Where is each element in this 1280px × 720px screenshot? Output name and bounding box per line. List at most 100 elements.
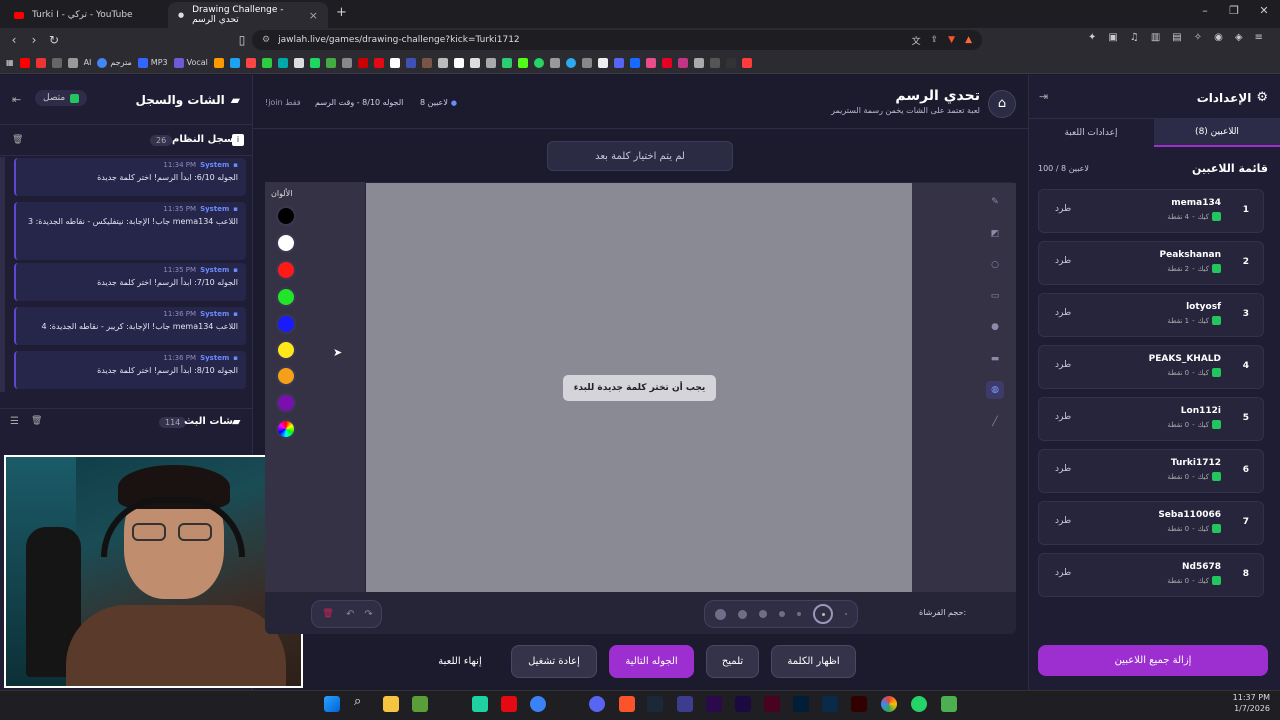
- bookmark-mp3[interactable]: MP3: [137, 57, 168, 68]
- brave-icon[interactable]: [619, 696, 635, 712]
- notepad-icon[interactable]: [941, 696, 957, 712]
- collapse-settings-icon[interactable]: ⇥: [1039, 90, 1048, 103]
- filled-rectangle-icon[interactable]: ▬: [986, 350, 1004, 368]
- rectangle-tool-icon[interactable]: ▭: [986, 287, 1004, 305]
- indesign-icon[interactable]: [764, 696, 780, 712]
- color-swatch-blue[interactable]: [276, 314, 296, 334]
- reload-icon[interactable]: ↻: [44, 33, 64, 47]
- photoshop-icon[interactable]: [793, 696, 809, 712]
- extension-icon[interactable]: ✦: [1088, 32, 1096, 43]
- eraser-icon[interactable]: ◩: [986, 225, 1004, 243]
- photoshop-icon[interactable]: [822, 696, 838, 712]
- site-settings-icon[interactable]: ⚙: [262, 35, 270, 45]
- bookmark-icon[interactable]: ▯: [232, 33, 252, 47]
- bookmark-item[interactable]: [67, 57, 78, 68]
- brush-size-option[interactable]: [779, 611, 785, 617]
- color-swatch-white[interactable]: [276, 233, 296, 253]
- bookmark-item[interactable]: [261, 57, 272, 68]
- redo-icon[interactable]: ↷: [364, 609, 372, 620]
- bookmark-item[interactable]: [245, 57, 256, 68]
- file-explorer-icon[interactable]: [383, 696, 399, 712]
- bookmark-item[interactable]: [293, 57, 304, 68]
- bookmark-item[interactable]: [597, 57, 608, 68]
- bookmark-item[interactable]: [469, 57, 480, 68]
- bookmark-item[interactable]: [549, 57, 560, 68]
- brave-shield-icon[interactable]: ▼: [948, 35, 955, 45]
- illustrator-icon[interactable]: [851, 696, 867, 712]
- kick-player-button[interactable]: طرد: [1055, 256, 1071, 266]
- bookmark-item[interactable]: [613, 57, 624, 68]
- bookmark-item[interactable]: [437, 57, 448, 68]
- bookmark-item[interactable]: [277, 57, 288, 68]
- bookmark-item[interactable]: [629, 57, 640, 68]
- pencil-icon[interactable]: ✎: [986, 193, 1004, 211]
- bookmark-item[interactable]: [725, 57, 736, 68]
- fill-bucket-icon[interactable]: ◍: [986, 381, 1004, 399]
- new-tab-button[interactable]: +: [336, 5, 347, 20]
- log-scrollbar[interactable]: [0, 157, 5, 392]
- brush-size-selected[interactable]: [813, 604, 833, 624]
- remove-all-players-button[interactable]: إزالة جميع اللاعبين: [1038, 645, 1268, 676]
- bookmark-item[interactable]: [389, 57, 400, 68]
- app-icon[interactable]: [472, 696, 488, 712]
- bookmark-item[interactable]: [325, 57, 336, 68]
- whatsapp-icon[interactable]: [911, 696, 927, 712]
- profile-icon[interactable]: ◉: [1214, 32, 1223, 43]
- end-game-button[interactable]: إنهاء اللعبة: [420, 645, 500, 678]
- netflix-icon[interactable]: [501, 696, 517, 712]
- clear-canvas-icon[interactable]: 🗑: [320, 609, 336, 619]
- apps-icon[interactable]: ▦: [6, 58, 14, 67]
- kick-player-button[interactable]: طرد: [1055, 568, 1071, 578]
- bookmark-item[interactable]: [517, 57, 528, 68]
- discord-icon[interactable]: [589, 696, 605, 712]
- bookmark-item[interactable]: [709, 57, 720, 68]
- app-icon[interactable]: [677, 696, 693, 712]
- bookmark-item[interactable]: [677, 57, 688, 68]
- color-swatch-yellow[interactable]: [276, 340, 296, 360]
- custom-color-picker[interactable]: [276, 419, 296, 439]
- hint-button[interactable]: تلميح: [706, 645, 759, 678]
- forward-icon[interactable]: ›: [24, 33, 44, 47]
- brush-size-option[interactable]: [715, 608, 726, 620]
- filled-circle-icon[interactable]: ●: [986, 318, 1004, 336]
- bookmark-item[interactable]: [309, 57, 320, 68]
- kick-player-button[interactable]: طرد: [1055, 360, 1071, 370]
- wallet-icon[interactable]: ▤: [1172, 32, 1181, 43]
- bookmark-item[interactable]: [19, 57, 30, 68]
- next-round-button[interactable]: الجوله التالية: [609, 645, 694, 678]
- color-swatch-orange[interactable]: [276, 366, 296, 386]
- kick-player-button[interactable]: طرد: [1055, 204, 1071, 214]
- clear-chat-icon[interactable]: 🗑: [31, 416, 42, 426]
- color-swatch-red[interactable]: [276, 260, 296, 280]
- bookmark-item[interactable]: [581, 57, 592, 68]
- maximize-button[interactable]: ❐: [1219, 4, 1249, 17]
- bookmark-item[interactable]: [35, 57, 46, 68]
- bookmark-item[interactable]: [741, 57, 752, 68]
- sidebar-icon[interactable]: ▥: [1151, 32, 1160, 43]
- screenshot-icon[interactable]: ▣: [1108, 32, 1117, 43]
- bookmark-translator[interactable]: مترجم: [97, 57, 132, 68]
- undo-icon[interactable]: ↶: [346, 609, 354, 620]
- after-effects-icon[interactable]: [735, 696, 751, 712]
- circle-tool-icon[interactable]: ○: [986, 256, 1004, 274]
- back-icon[interactable]: ‹: [4, 33, 24, 47]
- bookmark-item[interactable]: [421, 57, 432, 68]
- close-window-button[interactable]: ✕: [1249, 4, 1279, 17]
- clear-log-icon[interactable]: 🗑: [12, 135, 23, 145]
- leo-icon[interactable]: ✧: [1194, 32, 1202, 43]
- minecraft-icon[interactable]: [412, 696, 428, 712]
- menu-icon[interactable]: ≡: [1255, 32, 1263, 43]
- search-icon[interactable]: ⌕: [354, 694, 361, 709]
- address-bar[interactable]: ⚙ jawlah.live/games/drawing-challenge?ki…: [252, 30, 982, 50]
- bookmark-vocal[interactable]: Vocal: [173, 57, 208, 68]
- bookmark-item[interactable]: [373, 57, 384, 68]
- brave-rewards-icon[interactable]: ▲: [965, 35, 972, 45]
- filter-icon[interactable]: ☰: [10, 416, 19, 427]
- bookmark-item[interactable]: [453, 57, 464, 68]
- brush-size-option[interactable]: [738, 609, 747, 619]
- kick-player-button[interactable]: طرد: [1055, 464, 1071, 474]
- bookmark-item[interactable]: [405, 57, 416, 68]
- bookmark-item[interactable]: [565, 57, 576, 68]
- bookmark-item[interactable]: [645, 57, 656, 68]
- bookmark-item[interactable]: [501, 57, 512, 68]
